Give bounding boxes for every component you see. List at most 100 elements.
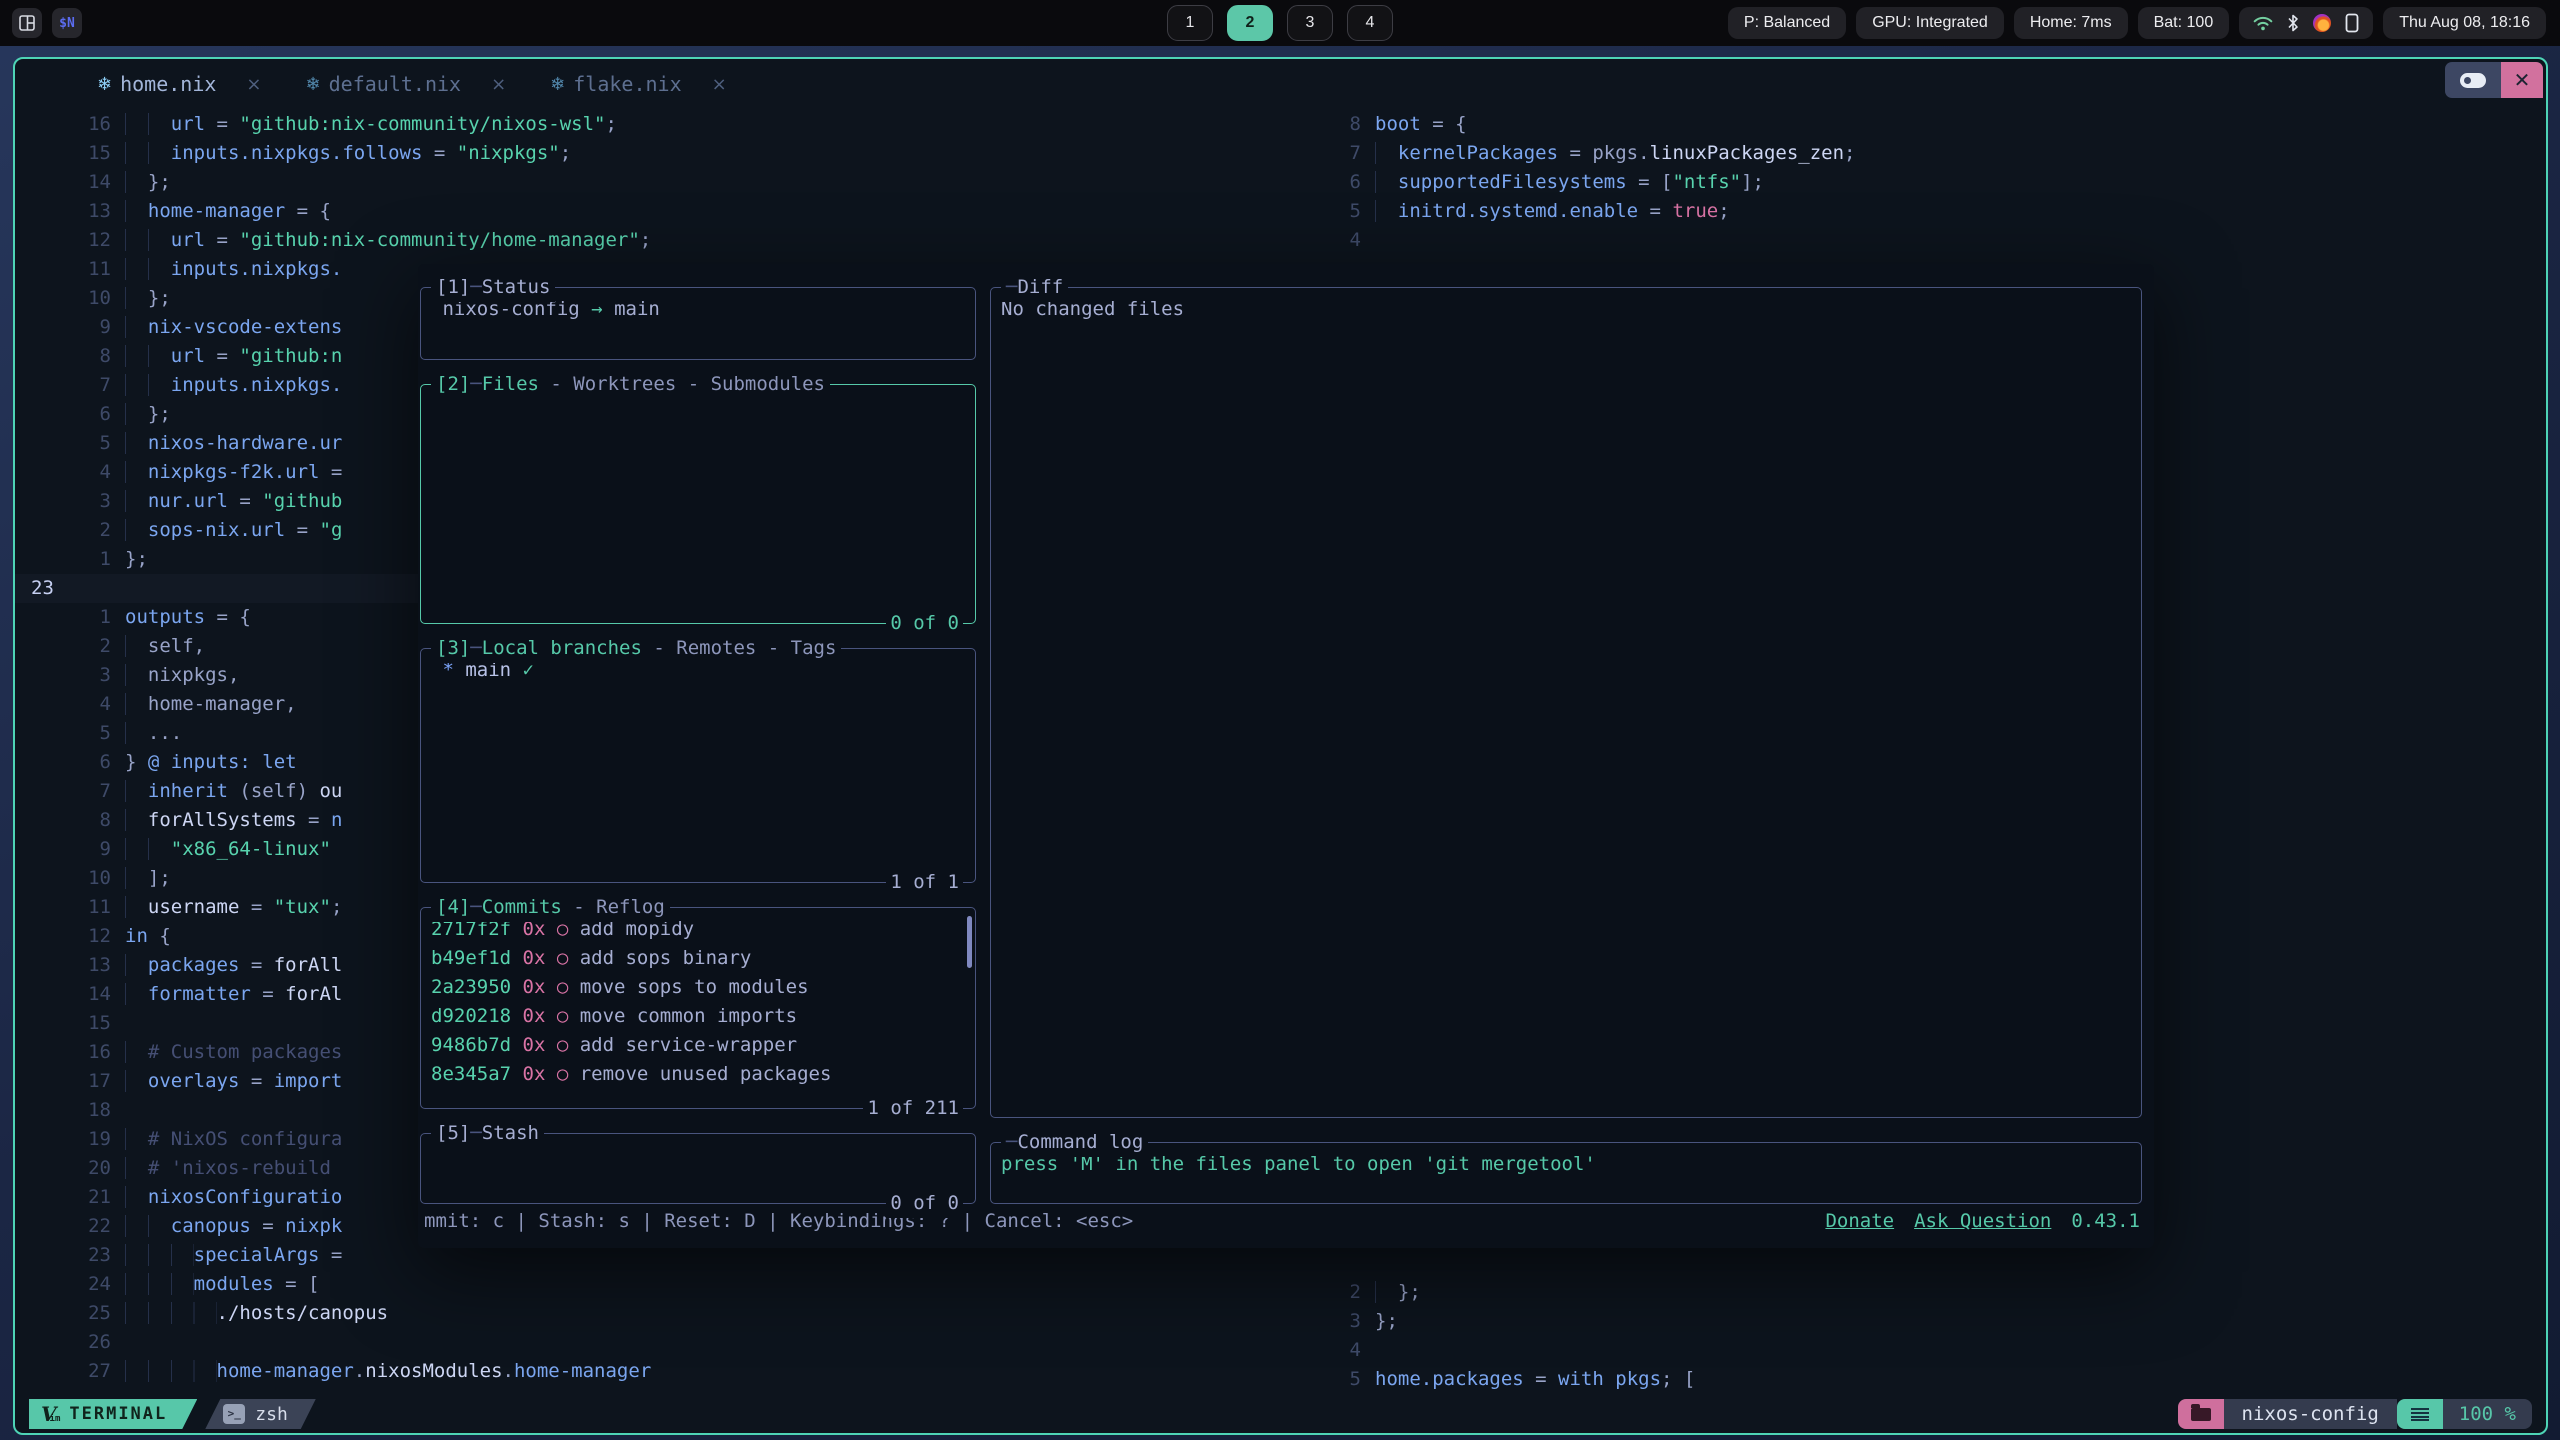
- apps-grid-icon[interactable]: [12, 8, 42, 38]
- line-text: home-manager,: [125, 690, 297, 719]
- commit-row[interactable]: 2a23950 0x ○ move sops to modules: [431, 973, 965, 1002]
- code-line[interactable]: 13 home-manager = {: [15, 197, 1307, 226]
- lazygit-commits-panel[interactable]: [4]─Commits - Reflog 2717f2f 0x ○ add mo…: [420, 907, 976, 1109]
- list-icon: [2411, 1408, 2429, 1421]
- tab-flake.nix[interactable]: ❄flake.nix×: [550, 72, 727, 96]
- stash-panel-title: [5]─Stash: [431, 1119, 544, 1148]
- battery-chip[interactable]: Bat: 100: [2138, 7, 2230, 39]
- lazygit-stash-panel[interactable]: [5]─Stash 0 of 0: [420, 1133, 976, 1204]
- tab-label: default.nix: [329, 72, 461, 96]
- grid-glyph: [19, 15, 35, 31]
- commit-row[interactable]: d920218 0x ○ move common imports: [431, 1002, 965, 1031]
- line-number: 22: [15, 1212, 125, 1241]
- code-line[interactable]: 12 url = "github:nix-community/home-mana…: [15, 226, 1307, 255]
- ask-question-link[interactable]: Ask Question: [1914, 1207, 2051, 1236]
- toggle-button[interactable]: [2445, 62, 2501, 98]
- code-line[interactable]: 4: [1311, 226, 2546, 255]
- line-text: forAllSystems = n: [125, 806, 342, 835]
- line-number: 2: [15, 632, 125, 661]
- wifi-icon: [2253, 14, 2273, 32]
- gpu-chip[interactable]: GPU: Integrated: [1856, 7, 2004, 39]
- code-line[interactable]: 5 initrd.systemd.enable = true;: [1311, 197, 2546, 226]
- line-number: 1: [15, 545, 125, 574]
- line-text: nixosConfiguratio: [125, 1183, 342, 1212]
- commit-row[interactable]: b49ef1d 0x ○ add sops binary: [431, 944, 965, 973]
- commit-row[interactable]: 8e345a7 0x ○ remove unused packages: [431, 1060, 965, 1089]
- line-text: # NixOS configura: [125, 1125, 342, 1154]
- code-line[interactable]: 5home.packages = with pkgs; [: [1311, 1365, 2546, 1394]
- code-line[interactable]: 16 url = "github:nix-community/nixos-wsl…: [15, 110, 1307, 139]
- lazygit-diff-panel[interactable]: ─Diff No changed files: [990, 287, 2142, 1118]
- lazygit-command-log-panel[interactable]: ─Command log press 'M' in the files pane…: [990, 1142, 2142, 1204]
- code-line[interactable]: 3};: [1311, 1307, 2546, 1336]
- line-number: 12: [15, 922, 125, 951]
- line-text: in {: [125, 922, 171, 951]
- files-panel-title: [2]─Files - Worktrees - Submodules: [431, 370, 830, 399]
- topbar-modules: P: Balanced GPU: Integrated Home: 7ms Ba…: [1728, 7, 2546, 39]
- line-text: specialArgs =: [125, 1241, 342, 1270]
- line-number: 5: [15, 429, 125, 458]
- code-line[interactable]: 6 supportedFilesystems = ["ntfs"];: [1311, 168, 2546, 197]
- line-number: 3: [15, 661, 125, 690]
- tab-close-icon[interactable]: ×: [491, 74, 506, 95]
- donate-link[interactable]: Donate: [1825, 1207, 1894, 1236]
- line-number: 10: [15, 284, 125, 313]
- command-log-text: press 'M' in the files panel to open 'gi…: [1001, 1150, 2131, 1179]
- tab-default.nix[interactable]: ❄ default.nix ×: [306, 72, 507, 96]
- line-number: 26: [15, 1328, 125, 1357]
- nix-snowflake-icon: ❄: [550, 74, 565, 95]
- commits-scrollbar[interactable]: [967, 916, 972, 968]
- tab-close-icon[interactable]: ×: [246, 74, 261, 95]
- commit-node-icon: ○: [557, 1034, 568, 1056]
- code-line[interactable]: 14 };: [15, 168, 1307, 197]
- commits-panel-title: [4]─Commits - Reflog: [431, 893, 670, 922]
- nix-snowflake-icon: ❄: [97, 74, 112, 95]
- mode-label: TERMINAL: [69, 1404, 167, 1424]
- code-line[interactable]: 4: [1311, 1336, 2546, 1365]
- bluetooth-icon: [2287, 14, 2299, 32]
- line-number: 1: [15, 603, 125, 632]
- line-text: nur.url = "github: [125, 487, 342, 516]
- code-line[interactable]: 27 home-manager.nixosModules.home-manage…: [15, 1357, 1307, 1386]
- tab-home.nix[interactable]: ❄home.nix×: [97, 72, 262, 96]
- line-number: 11: [15, 893, 125, 922]
- window-close-button[interactable]: ✕: [2501, 62, 2543, 98]
- nix-shell-icon[interactable]: $N: [52, 8, 82, 38]
- code-line[interactable]: 8boot = {: [1311, 110, 2546, 139]
- lazygit-links: Donate Ask Question 0.43.1: [1825, 1207, 2140, 1236]
- line-number: 5: [1311, 1365, 1375, 1394]
- lazygit-branches-panel[interactable]: [3]─Local branches - Remotes - Tags * ma…: [420, 648, 976, 883]
- shell-tab[interactable]: >_ zsh: [205, 1399, 316, 1429]
- line-text: ...: [125, 719, 182, 748]
- line-text: home.packages = with pkgs; [: [1375, 1365, 1695, 1394]
- nix-snowflake-icon: ❄: [306, 74, 321, 95]
- code-line[interactable]: 24 modules = [: [15, 1270, 1307, 1299]
- clock[interactable]: Thu Aug 08, 18:16: [2383, 7, 2546, 39]
- media-app-icon: [2313, 14, 2331, 32]
- tab-close-icon[interactable]: ×: [712, 74, 727, 95]
- line-number: 11: [15, 255, 125, 284]
- code-line[interactable]: 7 kernelPackages = pkgs.linuxPackages_ze…: [1311, 139, 2546, 168]
- code-line[interactable]: 15 inputs.nixpkgs.follows = "nixpkgs";: [15, 139, 1307, 168]
- workspace-button-1[interactable]: 1: [1167, 5, 1213, 41]
- line-number: 3: [15, 487, 125, 516]
- lazygit-files-panel[interactable]: [2]─Files - Worktrees - Submodules 0 of …: [420, 384, 976, 624]
- workspace-button-2[interactable]: 2: [1227, 5, 1273, 41]
- workspace-button-3[interactable]: 3: [1287, 5, 1333, 41]
- line-number: 6: [1311, 168, 1375, 197]
- system-tray[interactable]: [2239, 7, 2373, 39]
- code-line[interactable]: 2 };: [1311, 1278, 2546, 1307]
- code-line[interactable]: 26: [15, 1328, 1307, 1357]
- line-text: "x86_64-linux": [125, 835, 331, 864]
- power-profile-chip[interactable]: P: Balanced: [1728, 7, 1846, 39]
- lazygit-left-column: [1]─Status nixos-config → main [2]─Files…: [420, 287, 976, 1204]
- workspace-button-4[interactable]: 4: [1347, 5, 1393, 41]
- line-text: inputs.nixpkgs.: [125, 371, 342, 400]
- commit-row[interactable]: 9486b7d 0x ○ add service-wrapper: [431, 1031, 965, 1060]
- line-text: nixpkgs-f2k.url =: [125, 458, 342, 487]
- lazygit-status-panel[interactable]: [1]─Status nixos-config → main: [420, 287, 976, 360]
- ping-chip[interactable]: Home: 7ms: [2014, 7, 2128, 39]
- branches-panel-title: [3]─Local branches - Remotes - Tags: [431, 634, 841, 663]
- line-text: inputs.nixpkgs.: [125, 255, 342, 284]
- code-line[interactable]: 25 ./hosts/canopus: [15, 1299, 1307, 1328]
